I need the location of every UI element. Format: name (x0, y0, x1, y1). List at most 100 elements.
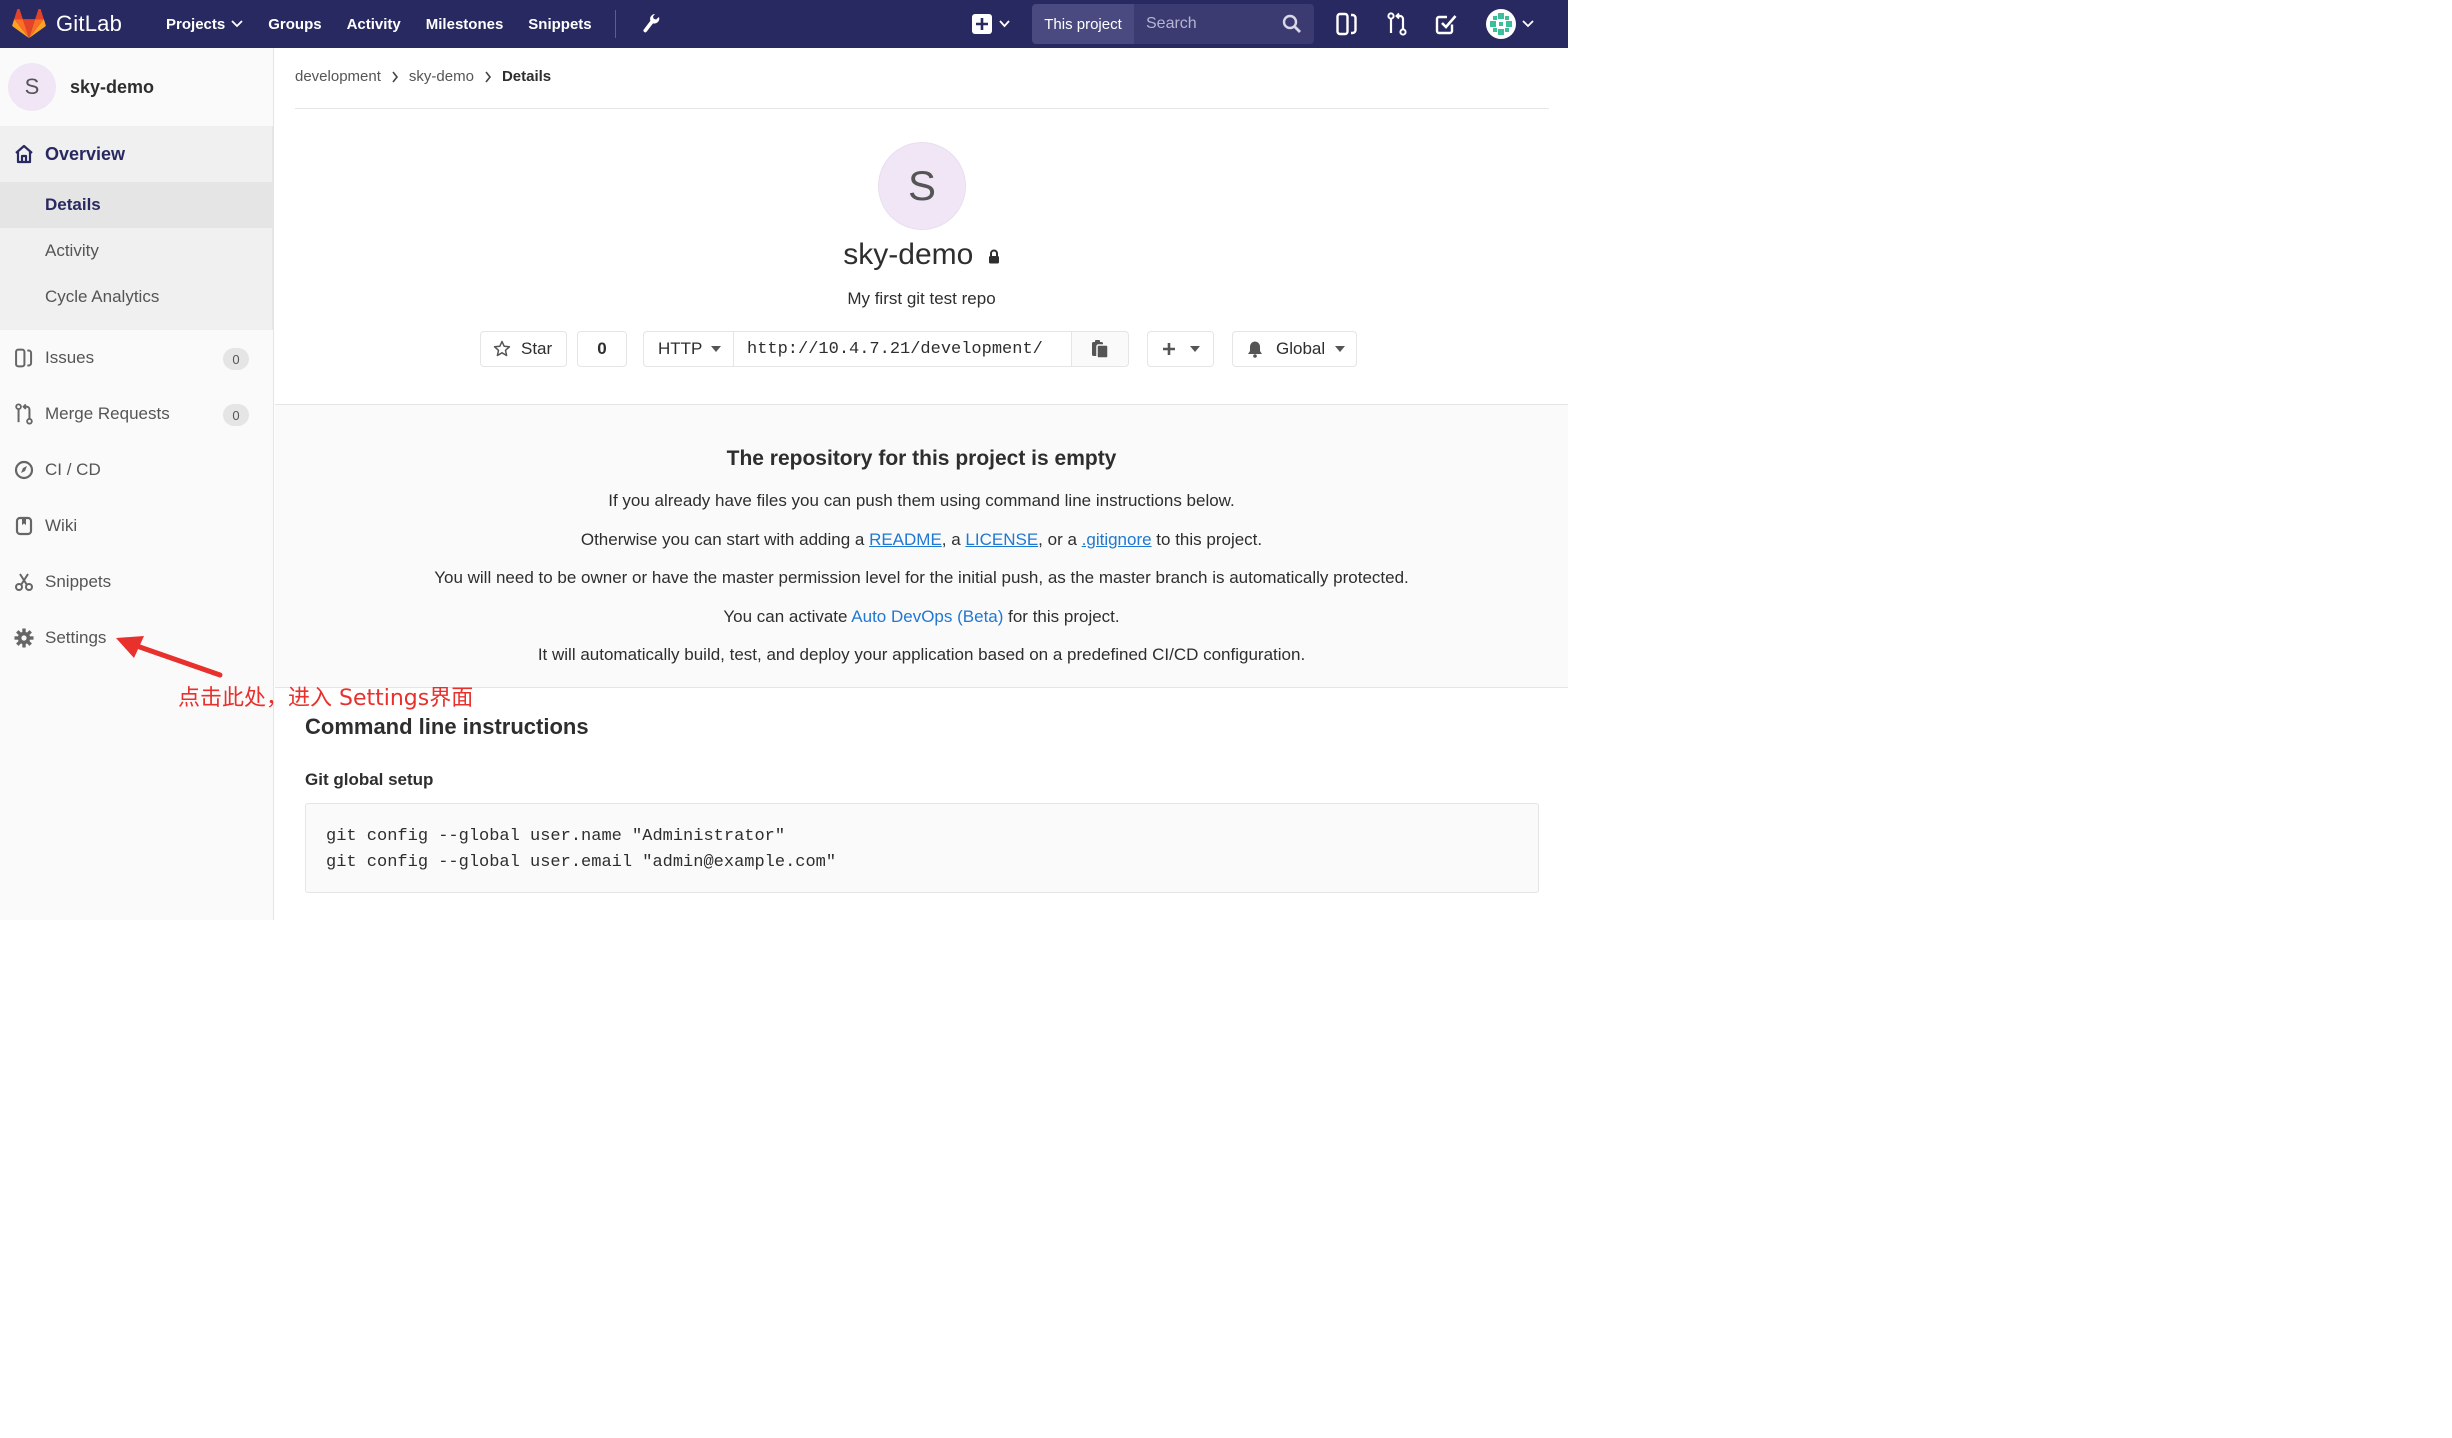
issues-count-badge: 0 (223, 348, 249, 370)
code-line: git config --global user.email "admin@ex… (326, 853, 837, 872)
sidebar-project-header[interactable]: S sky-demo (0, 48, 273, 126)
sidebar-item-label: Settings (45, 628, 107, 647)
wrench-icon[interactable] (642, 13, 660, 35)
sidebar-item-wiki[interactable]: Wiki (0, 498, 273, 554)
book-icon (14, 516, 34, 536)
empty-repo-line-1: If you already have files you can push t… (608, 491, 1235, 510)
caret-down-icon (711, 346, 722, 352)
main-content: development sky-demo Details S sky-demo … (275, 48, 1568, 920)
scissors-icon (14, 572, 34, 592)
project-description: My first git test repo (847, 289, 996, 308)
sidebar-item-overview[interactable]: Overview (0, 126, 272, 182)
search-box[interactable]: This project Search (1032, 4, 1314, 44)
search-scope[interactable]: This project (1032, 4, 1134, 44)
protocol-label: HTTP (658, 339, 703, 358)
sidebar-item-label: Snippets (45, 572, 112, 591)
breadcrumb: development sky-demo Details (295, 68, 551, 85)
merge-requests-count-badge: 0 (223, 404, 249, 426)
nav-groups[interactable]: Groups (268, 16, 321, 33)
sidebar-item-label: CI / CD (45, 460, 101, 479)
home-icon (14, 144, 34, 164)
top-navbar: GitLab Projects Groups Activity Mileston… (0, 0, 1568, 48)
breadcrumb-current[interactable]: Details (502, 68, 551, 85)
sidebar-project-name: sky-demo (70, 76, 155, 97)
chevron-right-icon (392, 71, 398, 82)
sidebar-overview-group: Overview Details Activity Cycle Analytic… (0, 126, 273, 330)
star-label: Star (521, 339, 553, 358)
line2-prefix: Otherwise you can start with adding a (580, 530, 870, 549)
merge-request-icon (14, 403, 34, 425)
gitlab-tanuki-icon (12, 9, 46, 39)
empty-repo-title: The repository for this project is empty (726, 447, 1117, 470)
clipboard-icon (1092, 340, 1109, 359)
line2-sep1: , a (941, 530, 966, 549)
sidebar-item-label: Issues (45, 348, 95, 367)
empty-repo-line-2: Otherwise you can start with adding a RE… (275, 530, 1568, 550)
merge-request-icon[interactable] (1386, 12, 1408, 36)
line4-prefix: You can activate (723, 607, 852, 626)
star-count[interactable]: 0 (577, 331, 627, 367)
sidebar-subitem-cycle-analytics[interactable]: Cycle Analytics (0, 274, 272, 330)
star-icon (493, 340, 511, 357)
gitignore-link[interactable]: .gitignore (1082, 530, 1152, 549)
sidebar-subitem-details[interactable]: Details (0, 182, 272, 228)
chevron-down-icon (1522, 20, 1534, 28)
issues-icon[interactable] (1336, 12, 1358, 36)
empty-repo-notice: The repository for this project is empty… (275, 404, 1568, 688)
sidebar-item-ci-cd[interactable]: CI / CD (0, 442, 273, 498)
todo-check-icon[interactable] (1435, 12, 1457, 36)
nav-activity[interactable]: Activity (347, 16, 401, 33)
git-setup-code-block[interactable]: git config --global user.name "Administr… (305, 803, 1539, 893)
breadcrumb-divider (295, 108, 1549, 109)
search-input[interactable]: Search (1134, 4, 1314, 44)
auto-devops-link[interactable]: Auto DevOps (Beta) (851, 607, 1003, 626)
annotation-text: 点击此处，进入 Settings界面 (178, 686, 474, 711)
project-avatar-large: S (878, 142, 966, 230)
project-sidebar: S sky-demo Overview Details Activity Cyc… (0, 48, 274, 920)
nav-snippets[interactable]: Snippets (528, 16, 591, 33)
plus-square-icon[interactable] (972, 12, 1012, 36)
line4-suffix: for this project. (1003, 607, 1120, 626)
sidebar-item-label: Merge Requests (45, 404, 170, 423)
add-file-dropdown[interactable] (1147, 331, 1214, 367)
project-title-text: sky-demo (843, 238, 974, 271)
line2-suffix: to this project. (1151, 530, 1263, 549)
search-icon (1282, 14, 1301, 33)
lock-icon (988, 249, 999, 264)
clone-url-input[interactable]: http://10.4.7.21/development/ (734, 331, 1071, 367)
sidebar-item-issues[interactable]: Issues 0 (0, 330, 273, 386)
annotation-arrow (116, 636, 223, 678)
line2-sep2: , or a (1038, 530, 1082, 549)
nav-projects[interactable]: Projects (166, 16, 243, 33)
nav-projects-label: Projects (166, 15, 226, 33)
sidebar-item-snippets[interactable]: Snippets (0, 554, 273, 610)
copy-url-button[interactable] (1071, 331, 1129, 367)
project-avatar: S (8, 63, 56, 111)
rocket-icon (14, 460, 34, 480)
protocol-dropdown[interactable]: HTTP (643, 331, 734, 367)
empty-repo-line-3: You will need to be owner or have the ma… (434, 568, 1409, 587)
user-avatar (1486, 9, 1516, 39)
gitlab-logo[interactable]: GitLab (12, 9, 122, 39)
sidebar-subitem-activity[interactable]: Activity (0, 228, 272, 274)
caret-down-icon (1189, 346, 1200, 352)
breadcrumb-project[interactable]: sky-demo (409, 68, 474, 85)
search-placeholder: Search (1146, 15, 1197, 32)
cli-instructions-title: Command line instructions (305, 714, 589, 739)
sidebar-item-merge-requests[interactable]: Merge Requests 0 (0, 386, 273, 442)
project-title: sky-demo (275, 238, 1568, 272)
notification-dropdown[interactable]: Global (1232, 331, 1357, 367)
bell-icon (1248, 341, 1262, 358)
star-button[interactable]: Star (480, 331, 567, 367)
git-global-setup-title: Git global setup (305, 770, 434, 789)
empty-repo-line-5: It will automatically build, test, and d… (537, 645, 1306, 664)
readme-link[interactable]: README (869, 530, 942, 549)
breadcrumb-group[interactable]: development (295, 68, 381, 85)
brand-name: GitLab (56, 11, 123, 36)
plus-icon (1162, 343, 1175, 355)
nav-milestones[interactable]: Milestones (426, 16, 504, 33)
chevron-down-icon (231, 20, 243, 28)
user-menu[interactable] (1486, 9, 1534, 39)
chevron-right-icon (485, 71, 491, 82)
license-link[interactable]: LICENSE (965, 530, 1038, 549)
